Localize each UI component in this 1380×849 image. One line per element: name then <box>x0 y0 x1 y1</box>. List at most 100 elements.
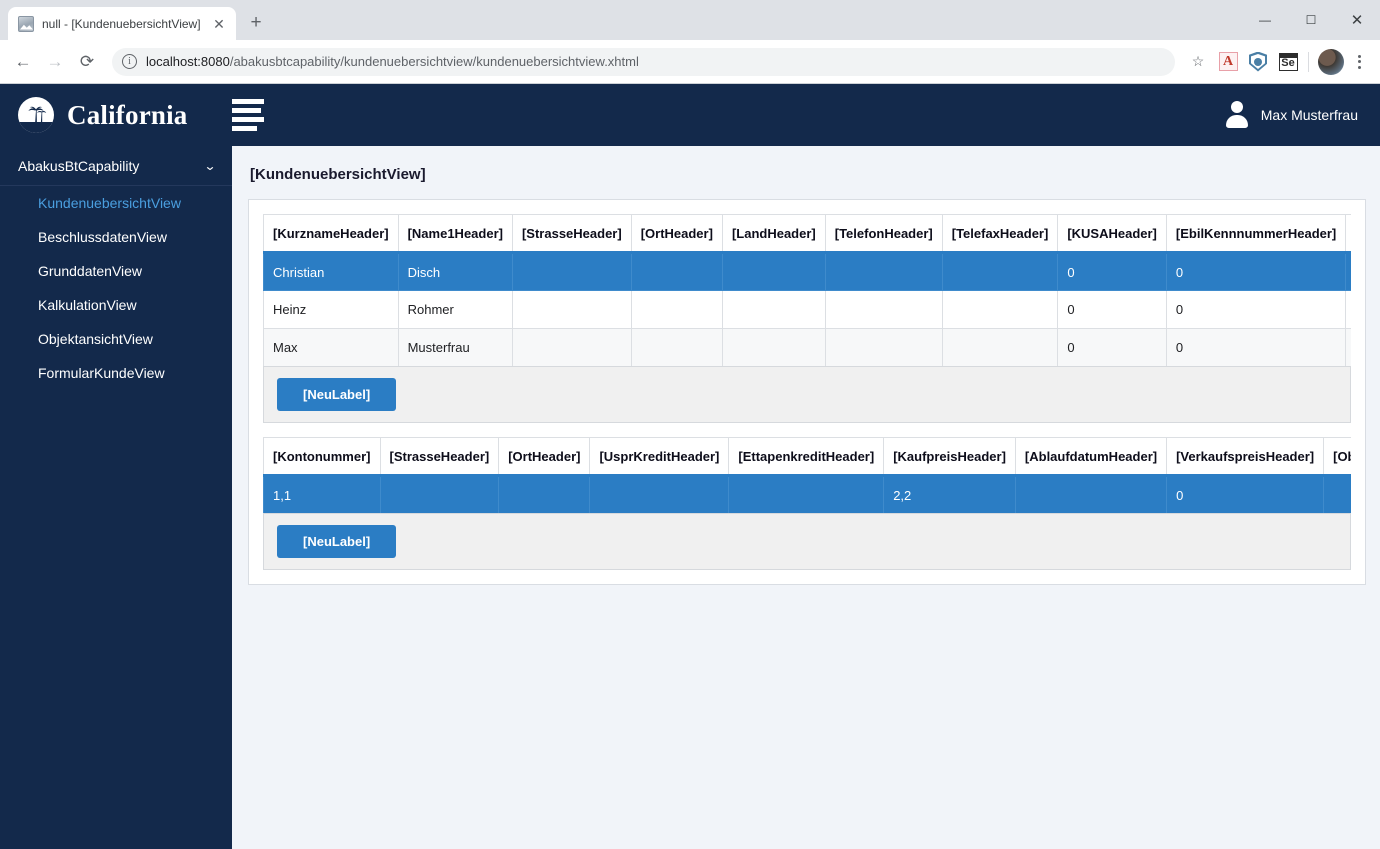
acrobat-extension-icon[interactable]: A <box>1215 49 1241 75</box>
close-window-button[interactable]: ✕ <box>1334 0 1380 40</box>
user-menu[interactable]: Max Musterfrau <box>1224 101 1358 129</box>
sidebar-item-label: ObjektansichtView <box>38 331 153 347</box>
table-cell <box>630 252 723 291</box>
sidebar-group-label: AbakusBtCapability <box>18 157 140 174</box>
table-cell <box>728 475 885 514</box>
selenium-glyph: Se <box>1278 52 1298 71</box>
sidebar-item-grunddatenview[interactable]: GrunddatenView <box>0 254 232 288</box>
shield-extension-icon[interactable] <box>1245 49 1271 75</box>
column-header[interactable]: [EbilKennnummerHeader] <box>1165 214 1347 254</box>
table-cell: Max <box>263 328 399 367</box>
new-tab-button[interactable]: + <box>242 9 270 37</box>
sidebar-group-abakusbtcapability[interactable]: AbakusBtCapability ⌄ <box>0 146 232 186</box>
column-header[interactable]: [StrasseHeader] <box>511 214 632 254</box>
table-cell: 0 <box>1057 252 1167 291</box>
objekt-new-button[interactable]: [NeuLabel] <box>277 525 397 558</box>
chrome-menu-icon[interactable] <box>1346 49 1372 75</box>
app-header: California Max Musterfrau <box>0 84 1380 146</box>
sidebar-item-label: GrunddatenView <box>38 263 143 279</box>
browser-toolbar: ← → ⟳ i localhost:8080/abakusbtcapabilit… <box>0 40 1380 84</box>
body-row: AbakusBtCapability ⌄ KundenuebersichtVie… <box>0 146 1380 849</box>
column-header[interactable]: [AblaufdatumHeader] <box>1014 437 1168 477</box>
browser-window: null - [KundenuebersichtView] ✕ + — ☐ ✕ … <box>0 0 1380 849</box>
back-icon[interactable]: ← <box>8 47 38 77</box>
table-cell <box>941 290 1059 329</box>
table-cell <box>824 252 943 291</box>
column-header[interactable]: [AktionenGroupHeader] <box>1345 214 1351 254</box>
table-cell <box>630 290 723 329</box>
minimize-button[interactable]: — <box>1242 0 1288 40</box>
table-cell: 0 <box>1057 290 1167 329</box>
table-cell: 0 <box>1165 252 1347 291</box>
site-info-icon[interactable]: i <box>122 54 137 69</box>
column-header[interactable]: [Kontonummer] <box>263 437 381 477</box>
column-header[interactable]: [UsprKreditHeader] <box>589 437 730 477</box>
address-bar[interactable]: i localhost:8080/abakusbtcapability/kund… <box>112 47 1175 76</box>
table-row[interactable]: 1,12,20[BearbeitenLabel] <box>263 475 1351 514</box>
kunden-new-button[interactable]: [NeuLabel] <box>277 378 397 411</box>
column-header[interactable]: [EttapenkreditHeader] <box>728 437 885 477</box>
palm-tree-icon <box>18 97 54 133</box>
brand-name: California <box>67 99 188 130</box>
table-cell <box>1323 475 1351 514</box>
app-logo[interactable]: California <box>18 97 188 133</box>
bookmark-star-icon[interactable]: ☆ <box>1185 49 1211 75</box>
column-header[interactable]: [KurznameHeader] <box>263 214 399 254</box>
column-header[interactable]: [ObjektstatusHeader] <box>1323 437 1351 477</box>
column-header[interactable]: [StrasseHeader] <box>379 437 500 477</box>
table-header-row: [Kontonummer] [StrasseHeader] [OrtHeader][… <box>263 437 1351 477</box>
sidebar-item-kalkulationview[interactable]: KalkulationView <box>0 288 232 322</box>
column-header[interactable]: [VerkaufspreisHeader] <box>1166 437 1325 477</box>
selenium-extension-icon[interactable]: Se <box>1275 49 1301 75</box>
user-name-label: Max Musterfrau <box>1260 107 1358 123</box>
table-cell: Musterfrau <box>397 328 513 367</box>
kunden-table-footer: [NeuLabel] <box>263 366 1351 423</box>
profile-avatar[interactable] <box>1318 48 1344 75</box>
column-header[interactable]: [KUSAHeader] <box>1057 214 1167 254</box>
table-cell: Heinz <box>263 290 399 329</box>
close-tab-icon[interactable]: ✕ <box>210 15 228 33</box>
table-cell <box>511 328 632 367</box>
page-title: [KundenuebersichtView] <box>250 166 426 183</box>
sidebar-item-formularkundeview[interactable]: FormularKundeView <box>0 356 232 390</box>
browser-tab[interactable]: null - [KundenuebersichtView] ✕ <box>8 7 236 40</box>
sidebar-item-label: BeschlussdatenView <box>38 229 167 245</box>
objekt-table: [Kontonummer] [StrasseHeader] [OrtHeader][… <box>263 437 1351 514</box>
url-path: /abakusbtcapability/kundenuebersichtview… <box>229 54 639 69</box>
table-cell: Rohmer <box>397 290 513 329</box>
table-row[interactable]: HeinzRohmer00[BearbeitenLabel] <box>263 290 1351 329</box>
kunden-table: [KurznameHeader] [Name1Header] [StrasseHea… <box>263 214 1351 367</box>
table-cell <box>379 475 500 514</box>
sidebar-item-kundenuebersichtview[interactable]: KundenuebersichtView <box>0 186 232 220</box>
main-content: [KundenuebersichtView] [KurznameHeader][… <box>232 146 1380 849</box>
table-cell-actions: [BearbeitenLabel] <box>1345 290 1351 329</box>
table-cell <box>721 328 826 367</box>
table-cell: 0 <box>1166 475 1325 514</box>
objekt-table-footer: [NeuLabel] <box>263 513 1351 570</box>
column-header[interactable]: [KaufpreisHeader] <box>883 437 1016 477</box>
column-header[interactable]: [OrtHeader] <box>498 437 591 477</box>
sidebar-item-beschlussdatenview[interactable]: BeschlussdatenView <box>0 220 232 254</box>
forward-icon[interactable]: → <box>40 47 70 77</box>
chevron-down-icon: ⌄ <box>203 158 217 173</box>
column-header[interactable]: [TelefaxHeader] <box>941 214 1059 254</box>
tab-strip: null - [KundenuebersichtView] ✕ + — ☐ ✕ <box>0 0 1380 40</box>
table-cell <box>511 252 632 291</box>
menu-toggle-icon[interactable] <box>231 99 264 131</box>
table-cell: Christian <box>263 252 399 291</box>
table-row[interactable]: MaxMusterfrau00[BearbeitenLabel] <box>263 328 1351 367</box>
objekt-table-wrapper: [Kontonummer] [StrasseHeader] [OrtHeader][… <box>263 437 1351 514</box>
column-header[interactable]: [TelefonHeader] <box>824 214 943 254</box>
reload-icon[interactable]: ⟳ <box>72 47 102 77</box>
sidebar-item-objektansichtview[interactable]: ObjektansichtView <box>0 322 232 356</box>
column-header[interactable]: [LandHeader] <box>721 214 826 254</box>
table-cell <box>721 252 826 291</box>
table-cell: 0 <box>1057 328 1167 367</box>
table-cell <box>824 290 943 329</box>
table-cell: 2,2 <box>883 475 1016 514</box>
column-header[interactable]: [OrtHeader] <box>630 214 723 254</box>
column-header[interactable]: [Name1Header] <box>397 214 513 254</box>
maximize-button[interactable]: ☐ <box>1288 0 1334 40</box>
table-row[interactable]: ChristianDisch00[BearbeitenLabel] <box>263 252 1351 291</box>
